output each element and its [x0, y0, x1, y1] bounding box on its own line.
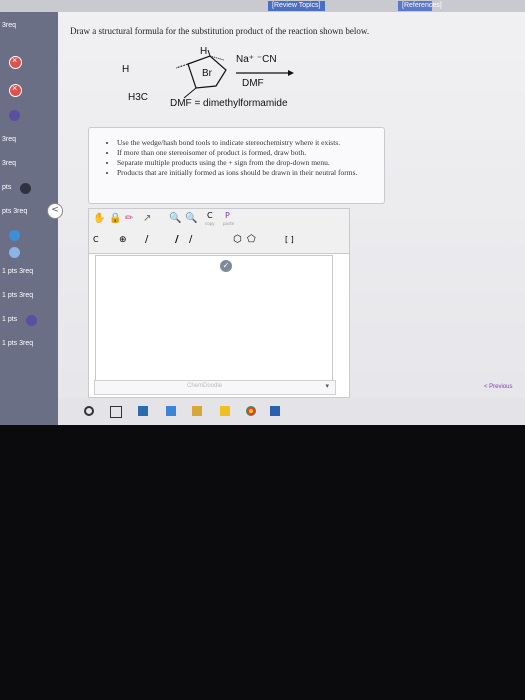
single-bond-icon[interactable]: / [145, 234, 148, 245]
sidebar-item-12[interactable]: 1 pts 3req [0, 334, 58, 354]
status-icon [26, 315, 37, 326]
screen: [Review Topics] [References] 3req × × 3r… [0, 0, 525, 425]
product-dropdown[interactable]: ChemDoodle ▾ [94, 380, 336, 395]
previous-button[interactable]: < Previous [484, 384, 513, 390]
reagent-label: Na⁺ ⁻CN [236, 54, 277, 65]
incorrect-icon[interactable]: × [9, 55, 22, 69]
collapse-sidebar-button[interactable]: < [47, 203, 63, 219]
reaction-arrow-icon [236, 70, 294, 76]
hash-bond-icon[interactable]: / [189, 234, 192, 245]
dark-area [0, 425, 525, 700]
instruction-item: Separate multiple products using the + s… [117, 158, 384, 168]
search-icon[interactable] [84, 406, 94, 416]
sidebar-item-7[interactable]: pts [0, 178, 58, 198]
rotate-tool-icon[interactable]: ↗ [143, 213, 151, 224]
status-icon[interactable] [9, 110, 20, 121]
chemdoodle-editor: ✋ 🔒 ✏ ↗ 🔍 🔍 C copy P paste C ⊕ / / / ⬡ ⬠… [88, 208, 350, 398]
sidebar-item-9[interactable]: 1 pts 3req [0, 262, 58, 282]
chemdoodle-watermark: ChemDoodle [187, 383, 223, 389]
copy-icon[interactable]: C [207, 211, 213, 220]
reaction-scheme: H H Br H3C Na⁺ ⁻CN DMF DMF = dimethylfor… [118, 44, 408, 114]
wedge-bond-icon[interactable]: / [175, 234, 179, 245]
incorrect-icon[interactable]: × [9, 83, 22, 97]
dmf-definition: DMF = dimethylformamide [170, 98, 288, 109]
h3c-label: H3C [128, 92, 149, 103]
instructions-box: Use the wedge/hash bond tools to indicat… [88, 127, 385, 204]
app-icon[interactable] [166, 406, 176, 416]
h-top-label: H [200, 46, 208, 57]
sidebar-item-1[interactable]: 3req [0, 16, 58, 36]
drawing-canvas[interactable] [95, 255, 333, 387]
instruction-item: If more than one stereoisomer of product… [117, 148, 384, 158]
hexagon-ring-icon[interactable]: ⬡ [233, 234, 242, 245]
chevron-down-icon: ▾ [325, 383, 329, 390]
store-icon[interactable] [220, 406, 230, 416]
editor-toolbar: ✋ 🔒 ✏ ↗ 🔍 🔍 C copy P paste C ⊕ / / / ⬡ ⬠… [89, 209, 349, 254]
br-label: Br [202, 68, 212, 79]
paste-icon[interactable]: P [225, 211, 230, 220]
instruction-item: Use the wedge/hash bond tools to indicat… [117, 138, 384, 148]
task-view-icon[interactable] [110, 406, 122, 418]
sidebar-item-11[interactable]: 1 pts [0, 310, 58, 330]
solvent-label: DMF [242, 78, 264, 89]
sidebar: 3req × × 3req 3req pts pts 3req 1 pts 3r… [0, 12, 58, 425]
folder-icon[interactable] [192, 406, 202, 416]
bracket-tool-icon[interactable]: [ ] [285, 235, 294, 244]
sidebar-item-6[interactable]: 3req [0, 154, 58, 174]
copy-label: copy [205, 221, 215, 226]
lasso-tool-icon[interactable]: 🔒 [109, 213, 121, 224]
taskbar [58, 398, 525, 425]
zoom-in-icon[interactable]: 🔍 [169, 213, 181, 224]
h-left-label: H [122, 64, 130, 75]
status-icon[interactable] [9, 247, 20, 258]
current-question-icon[interactable] [9, 230, 20, 241]
check-icon[interactable]: ✓ [220, 260, 232, 272]
sidebar-item-10[interactable]: 1 pts 3req [0, 286, 58, 306]
top-bar: [Review Topics] [References] [0, 0, 525, 12]
element-selector[interactable]: C [93, 235, 99, 244]
edge-icon[interactable] [138, 406, 148, 416]
charge-tool-icon[interactable]: ⊕ [119, 235, 127, 245]
question-text: Draw a structural formula for the substi… [70, 26, 370, 36]
instruction-item: Products that are initially formed as io… [117, 168, 384, 178]
pentagon-ring-icon[interactable]: ⬠ [247, 234, 256, 245]
zoom-out-icon[interactable]: 🔍 [185, 213, 197, 224]
word-icon[interactable] [270, 406, 280, 416]
status-icon [20, 183, 31, 194]
hand-tool-icon[interactable]: ✋ [93, 213, 105, 224]
chrome-icon[interactable] [246, 406, 256, 416]
review-topics-link[interactable]: [Review Topics] [268, 1, 325, 11]
sidebar-item-5[interactable]: 3req [0, 130, 58, 150]
eraser-tool-icon[interactable]: ✏ [125, 213, 133, 224]
references-link[interactable]: [References] [398, 1, 442, 11]
paste-label: paste [223, 221, 235, 226]
